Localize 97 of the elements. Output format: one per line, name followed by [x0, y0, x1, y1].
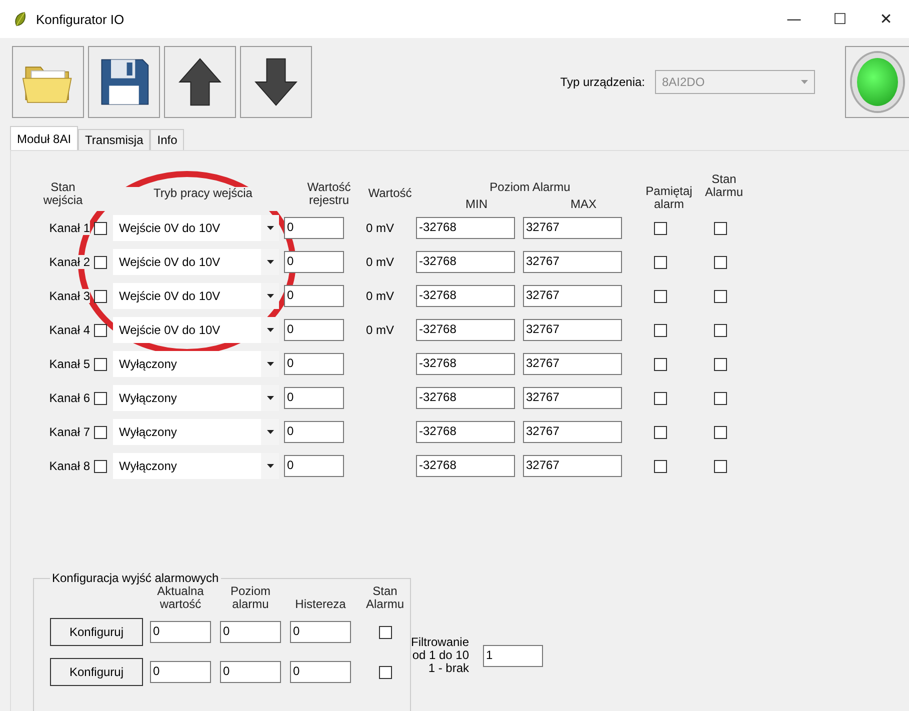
tab[interactable]: Info: [150, 129, 184, 150]
register-field[interactable]: 0: [284, 421, 344, 443]
download-arrow-button[interactable]: [240, 46, 312, 118]
checkbox[interactable]: [378, 626, 392, 638]
register-field[interactable]: 0: [284, 455, 344, 477]
caret-icon: [266, 328, 274, 332]
mode-dropdown[interactable]: Wyłączony: [113, 385, 279, 411]
min-field[interactable]: -32768: [416, 387, 515, 409]
caret-icon: [266, 260, 274, 264]
group-title: Konfiguracja wyjść alarmowych: [51, 571, 220, 585]
caret-icon: [266, 464, 274, 468]
app-leaf-icon: [14, 10, 28, 28]
min-field[interactable]: -32768: [416, 285, 515, 307]
current-value-field[interactable]: 0: [150, 661, 211, 683]
checkbox[interactable]: [714, 324, 726, 336]
checkbox[interactable]: [94, 222, 107, 234]
mode-dropdown[interactable]: Wyłączony: [113, 453, 279, 479]
max-field[interactable]: 32767: [523, 421, 622, 443]
mode-dropdown[interactable]: Wejście 0V do 10V: [113, 317, 279, 343]
min-field[interactable]: -32768: [416, 251, 515, 273]
min-field[interactable]: -32768: [416, 455, 515, 477]
mode-dropdown[interactable]: Wyłączony: [113, 419, 279, 445]
device-type-label: Typ urządzenia:: [560, 75, 645, 89]
min-field[interactable]: -32768: [416, 421, 515, 443]
checkbox[interactable]: [94, 358, 107, 370]
alarm-level-field[interactable]: 0: [220, 661, 281, 683]
tab[interactable]: Moduł 8AI: [10, 126, 78, 150]
checkbox[interactable]: [714, 256, 726, 268]
max-field[interactable]: 32767: [523, 319, 622, 341]
value-text: 0 mV: [366, 255, 394, 269]
value-text: 0 mV: [366, 221, 394, 235]
checkbox[interactable]: [94, 426, 107, 438]
checkbox[interactable]: [654, 460, 666, 472]
hysteresis-field[interactable]: 0: [290, 621, 351, 643]
configure-button[interactable]: Konfiguruj: [50, 658, 143, 686]
max-field[interactable]: 32767: [523, 455, 622, 477]
maximize-button[interactable]: ☐: [817, 0, 863, 38]
register-field[interactable]: 0: [284, 217, 344, 239]
checkbox[interactable]: [654, 256, 666, 268]
filter-field[interactable]: 1: [483, 644, 544, 666]
register-field[interactable]: 0: [284, 285, 344, 307]
checkbox[interactable]: [94, 460, 107, 472]
checkbox[interactable]: [378, 666, 392, 678]
checkbox[interactable]: [94, 392, 107, 404]
checkbox[interactable]: [654, 290, 666, 302]
register-field[interactable]: 0: [284, 353, 344, 375]
min-field[interactable]: -32768: [416, 217, 515, 239]
max-field[interactable]: 32767: [523, 353, 622, 375]
caret-icon: [801, 80, 808, 84]
minimize-button[interactable]: —: [771, 0, 817, 38]
max-field[interactable]: 32767: [523, 387, 622, 409]
value-text: 0 mV: [366, 289, 394, 303]
caret-icon: [266, 396, 274, 400]
checkbox[interactable]: [654, 392, 666, 404]
checkbox[interactable]: [654, 426, 666, 438]
checkbox[interactable]: [654, 358, 666, 370]
caret-icon: [266, 430, 274, 434]
configure-button[interactable]: Konfiguruj: [50, 618, 143, 646]
hysteresis-field[interactable]: 0: [290, 661, 351, 683]
checkbox[interactable]: [654, 324, 666, 336]
filter-label: od 1 do 10: [412, 649, 470, 662]
checkbox[interactable]: [714, 426, 726, 438]
tab[interactable]: Transmisja: [78, 129, 150, 150]
column-header: Poziom Alarmu: [490, 181, 570, 194]
checkbox[interactable]: [714, 460, 726, 472]
register-field[interactable]: 0: [284, 319, 344, 341]
min-field[interactable]: -32768: [416, 319, 515, 341]
caret-icon: [266, 362, 274, 366]
checkbox[interactable]: [94, 256, 107, 268]
checkbox[interactable]: [654, 222, 666, 234]
mode-dropdown[interactable]: Wejście 0V do 10V: [113, 283, 279, 309]
filter-label: 1 - brak: [428, 662, 470, 675]
alarm-level-field[interactable]: 0: [220, 621, 281, 643]
checkbox[interactable]: [94, 290, 107, 302]
window-title: Konfigurator IO: [36, 12, 124, 26]
register-field[interactable]: 0: [284, 251, 344, 273]
checkbox[interactable]: [94, 324, 107, 336]
close-button[interactable]: ✕: [863, 0, 909, 38]
value-text: 0 mV: [366, 323, 394, 337]
mode-dropdown[interactable]: Wyłączony: [113, 351, 279, 377]
mode-dropdown[interactable]: Wejście 0V do 10V: [113, 215, 279, 241]
mode-dropdown[interactable]: Wejście 0V do 10V: [113, 249, 279, 275]
save-floppy-button[interactable]: [88, 46, 160, 118]
checkbox[interactable]: [714, 358, 726, 370]
min-field[interactable]: -32768: [416, 353, 515, 375]
register-field[interactable]: 0: [284, 387, 344, 409]
checkbox[interactable]: [714, 290, 726, 302]
current-value-field[interactable]: 0: [150, 621, 211, 643]
max-field[interactable]: 32767: [523, 285, 622, 307]
upload-arrow-button[interactable]: [164, 46, 236, 118]
max-field[interactable]: 32767: [523, 251, 622, 273]
caret-icon: [266, 294, 274, 298]
filter-label: Filtrowanie: [411, 636, 470, 649]
checkbox[interactable]: [714, 222, 726, 234]
checkbox[interactable]: [714, 392, 726, 404]
max-field[interactable]: 32767: [523, 217, 622, 239]
caret-icon: [266, 226, 274, 230]
